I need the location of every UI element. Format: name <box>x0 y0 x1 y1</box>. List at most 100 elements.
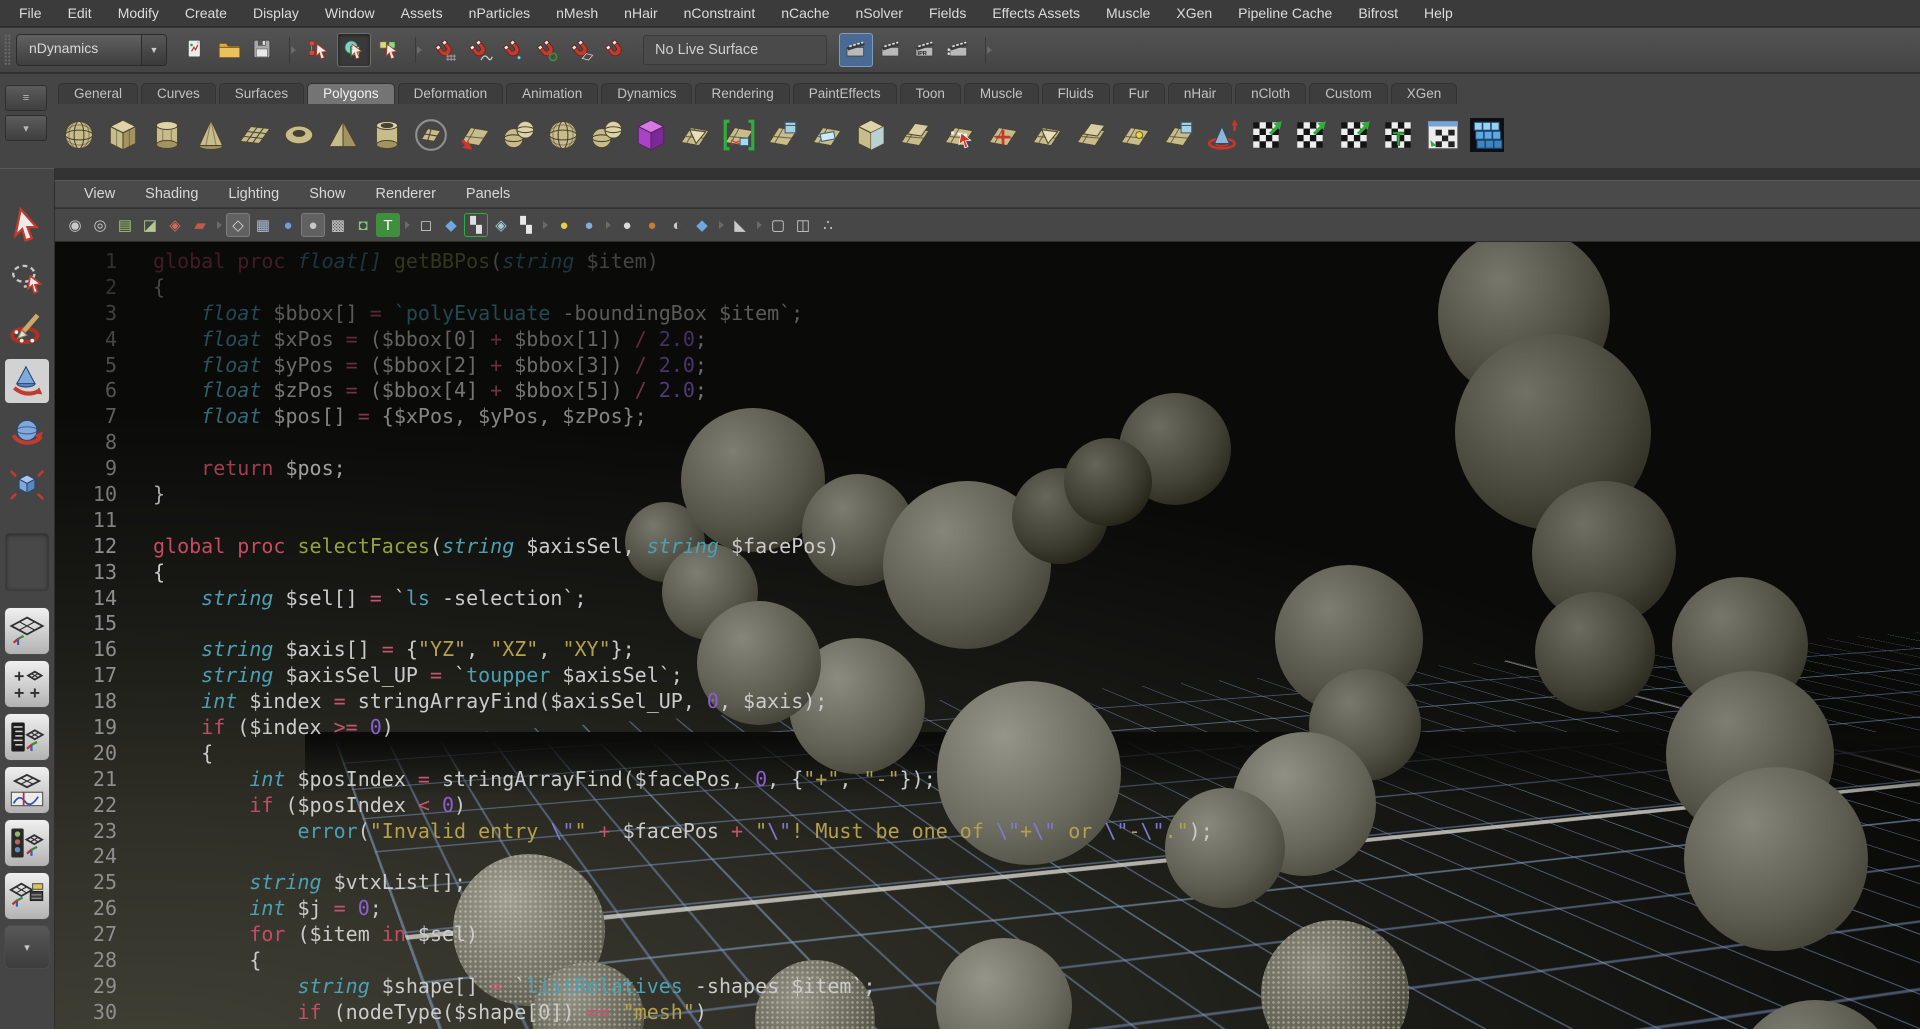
bookmark-icon[interactable]: ▤ <box>113 213 137 237</box>
extrude-icon[interactable] <box>762 114 804 156</box>
poly-cone-icon[interactable] <box>190 114 232 156</box>
layout-more-button[interactable]: ▾ <box>4 925 50 969</box>
layout-four-view[interactable] <box>4 660 50 708</box>
shaded-mode-icon[interactable]: ● <box>276 213 300 237</box>
tab-painteffects[interactable]: PaintEffects <box>793 83 897 104</box>
playblast-camera-icon[interactable]: ◉ <box>63 213 87 237</box>
film-gate-icon[interactable]: ▦ <box>251 213 275 237</box>
shaded-cube-icon[interactable]: ◆ <box>439 213 463 237</box>
menu-display[interactable]: Display <box>240 0 312 27</box>
snap-view-plane-icon[interactable] <box>565 34 597 66</box>
tab-rendering[interactable]: Rendering <box>695 83 789 104</box>
tab-ncloth[interactable]: nCloth <box>1235 83 1306 104</box>
snap-curve-icon[interactable] <box>463 34 495 66</box>
isolate-cube-icon[interactable]: ▢ <box>766 213 790 237</box>
layout-single-persp[interactable] <box>4 607 50 655</box>
poly-platonic-icon[interactable] <box>410 114 452 156</box>
shadow-sphere-icon[interactable]: ● <box>640 213 664 237</box>
menu-nsolver[interactable]: nSolver <box>843 0 916 27</box>
share-view-icon[interactable]: ∴ <box>816 213 840 237</box>
resolution-gate-icon[interactable]: ▩ <box>326 213 350 237</box>
lasso-tool[interactable] <box>5 255 49 299</box>
select-hierarchy-icon[interactable] <box>303 34 335 66</box>
menu-nhair[interactable]: nHair <box>611 0 670 27</box>
live-surface-field[interactable]: No Live Surface <box>643 35 827 65</box>
tab-fluids[interactable]: Fluids <box>1042 83 1110 104</box>
layout-persp-graph[interactable] <box>4 766 50 814</box>
menu-bifrost[interactable]: Bifrost <box>1345 0 1411 27</box>
uv-cylindrical-map-icon[interactable] <box>1290 114 1332 156</box>
tab-animation[interactable]: Animation <box>506 83 598 104</box>
duplicate-special-icon[interactable] <box>454 114 496 156</box>
menu-modify[interactable]: Modify <box>105 0 172 27</box>
layout-persp-uv[interactable] <box>4 872 50 920</box>
wedge-icon[interactable] <box>1026 114 1068 156</box>
menu-assets[interactable]: Assets <box>388 0 456 27</box>
boolean-icon[interactable] <box>894 114 936 156</box>
default-light-icon[interactable]: ● <box>552 213 576 237</box>
render-view-icon[interactable] <box>839 33 873 67</box>
paint-select-tool[interactable] <box>5 307 49 351</box>
field-chart-icon[interactable]: T <box>376 213 400 237</box>
gate-mask-icon[interactable]: ◘ <box>351 213 375 237</box>
combine-icon[interactable] <box>498 114 540 156</box>
duplicate-view-icon[interactable]: ◫ <box>791 213 815 237</box>
uv-spherical-map-icon[interactable] <box>1334 114 1376 156</box>
select-area-icon[interactable]: ◣ <box>728 213 752 237</box>
quad-draw-icon[interactable] <box>1114 114 1156 156</box>
snap-grid-icon[interactable] <box>429 34 461 66</box>
snap-projected-center-icon[interactable] <box>531 34 563 66</box>
menu-create[interactable]: Create <box>172 0 240 27</box>
tab-muscle[interactable]: Muscle <box>964 83 1039 104</box>
render-current-frame-icon[interactable] <box>875 34 907 66</box>
multi-cut-icon[interactable] <box>1158 114 1200 156</box>
camera-attributes-icon[interactable]: ◎ <box>88 213 112 237</box>
smooth-mesh-icon[interactable] <box>630 114 672 156</box>
sculpt-icon[interactable] <box>938 114 980 156</box>
uv-editor-icon[interactable] <box>1422 114 1464 156</box>
textured-mode-icon[interactable]: ● <box>301 213 325 237</box>
poly-pipe-icon[interactable] <box>366 114 408 156</box>
viewport-panel[interactable]: 1global proc float[] getBBPos(string $it… <box>55 242 1920 1029</box>
move-tool[interactable] <box>5 359 49 403</box>
tab-toon[interactable]: Toon <box>900 83 961 104</box>
rotate-tool[interactable] <box>5 411 49 455</box>
toolbar-drag-handle[interactable] <box>4 34 11 66</box>
shelf-tab-arrow-icon[interactable]: ▾ <box>5 115 47 141</box>
tab-general[interactable]: General <box>58 83 138 104</box>
tab-custom[interactable]: Custom <box>1309 83 1388 104</box>
panel-menu-shading[interactable]: Shading <box>130 186 213 202</box>
motion-blur-icon[interactable]: ◆ <box>690 213 714 237</box>
last-tool-slot[interactable] <box>5 533 49 591</box>
panel-menu-lighting[interactable]: Lighting <box>213 186 294 202</box>
panel-menu-panels[interactable]: Panels <box>451 186 525 202</box>
menu-effects-assets[interactable]: Effects Assets <box>979 0 1093 27</box>
select-component-icon[interactable] <box>373 34 405 66</box>
tab-surfaces[interactable]: Surfaces <box>219 83 304 104</box>
view-selected-icon[interactable]: ◈ <box>163 213 187 237</box>
tab-polygons[interactable]: Polygons <box>307 83 395 104</box>
menu-pipeline-cache[interactable]: Pipeline Cache <box>1225 0 1345 27</box>
menu-ncache[interactable]: nCache <box>768 0 842 27</box>
render-settings-icon[interactable] <box>943 34 975 66</box>
crease-icon[interactable] <box>1070 114 1112 156</box>
make-live-icon[interactable] <box>599 34 631 66</box>
checker-display-icon[interactable]: ▚ <box>514 213 538 237</box>
isolate-select-icon[interactable]: ▚ <box>464 213 488 237</box>
cut-faces-icon[interactable]: ✂ <box>718 114 760 156</box>
image-plane-icon[interactable]: ◪ <box>138 213 162 237</box>
menu-file[interactable]: File <box>6 0 55 27</box>
poly-pyramid-icon[interactable] <box>322 114 364 156</box>
select-tool[interactable] <box>5 203 49 247</box>
menu-window[interactable]: Window <box>312 0 388 27</box>
ambient-sphere-icon[interactable]: ● <box>615 213 639 237</box>
menu-xgen[interactable]: XGen <box>1163 0 1225 27</box>
layout-hypershade-persp[interactable] <box>4 819 50 867</box>
soft-mod-icon[interactable] <box>1202 114 1244 156</box>
tab-deformation[interactable]: Deformation <box>398 83 504 104</box>
triangulate-icon[interactable] <box>674 114 716 156</box>
tab-nhair[interactable]: nHair <box>1168 83 1232 104</box>
tab-fur[interactable]: Fur <box>1113 83 1165 104</box>
bevel-icon[interactable] <box>850 114 892 156</box>
tab-xgen[interactable]: XGen <box>1391 83 1458 104</box>
